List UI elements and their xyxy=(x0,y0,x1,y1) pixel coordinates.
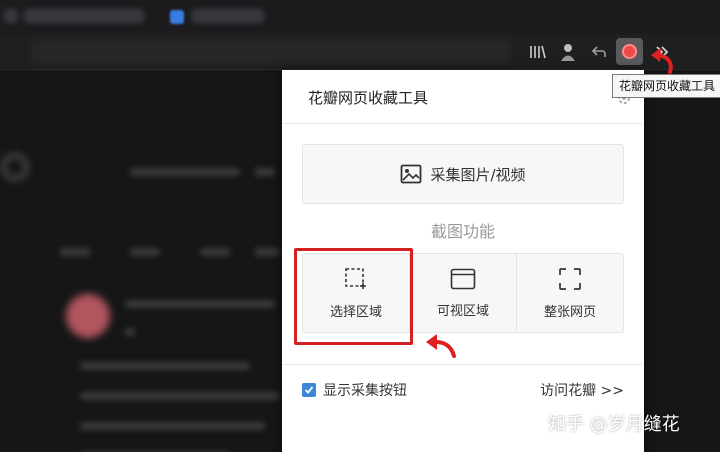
blurred-text xyxy=(80,422,265,430)
huaban-logo-icon xyxy=(622,44,637,59)
back-arrow-icon[interactable] xyxy=(587,40,611,64)
annotation-highlight-box xyxy=(294,248,413,345)
library-icon[interactable] xyxy=(526,40,550,64)
show-collect-button-checkbox[interactable] xyxy=(302,383,316,397)
browser-window-icon xyxy=(450,268,476,289)
fullscreen-icon xyxy=(559,267,581,290)
profile-avatar-icon[interactable] xyxy=(556,40,580,64)
full-page-label: 整张网页 xyxy=(543,304,596,320)
visible-area-button[interactable]: 可视区域 xyxy=(409,254,516,332)
popup-header: 花瓣网页收藏工具 xyxy=(282,70,644,124)
collect-image-video-button[interactable]: 采集图片/视频 xyxy=(302,144,624,204)
full-page-button[interactable]: 整张网页 xyxy=(516,254,623,332)
show-collect-button-label: 显示采集按钮 xyxy=(323,383,407,399)
blurred-avatar xyxy=(66,294,110,338)
blurred-tab xyxy=(24,9,144,23)
blurred-tab xyxy=(4,9,18,23)
popup-title: 花瓣网页收藏工具 xyxy=(308,89,429,107)
browser-tab-strip xyxy=(0,0,720,34)
blurred-tab xyxy=(192,9,264,23)
tab-favicon xyxy=(170,10,184,24)
blurred-text xyxy=(255,248,280,256)
popup-footer: 显示采集按钮 访问花瓣 >> xyxy=(282,364,644,416)
image-icon xyxy=(401,164,422,184)
blurred-text xyxy=(80,392,280,400)
blurred-text xyxy=(125,328,135,336)
blurred-text xyxy=(130,168,240,176)
blurred-text xyxy=(80,362,250,370)
screenshot-section-label: 截图功能 xyxy=(430,222,495,241)
collect-button-label: 采集图片/视频 xyxy=(430,165,526,184)
huaban-extension-icon[interactable] xyxy=(616,38,643,65)
annotation-arrow-icon xyxy=(426,334,456,358)
blurred-text xyxy=(200,248,230,256)
blurred-text xyxy=(125,300,275,308)
blurred-text xyxy=(130,248,160,256)
checkmark-icon xyxy=(304,386,314,394)
zhihu-watermark: 知乎 @岁月缝花 xyxy=(548,414,680,435)
blurred-text xyxy=(255,168,275,176)
visible-area-label: 可视区域 xyxy=(436,303,489,319)
annotation-arrow-icon xyxy=(651,48,673,74)
blurred-text xyxy=(60,248,90,256)
visit-huaban-link[interactable]: 访问花瓣 >> xyxy=(540,380,624,400)
blurred-search-icon xyxy=(2,154,28,180)
address-bar[interactable] xyxy=(30,40,510,64)
